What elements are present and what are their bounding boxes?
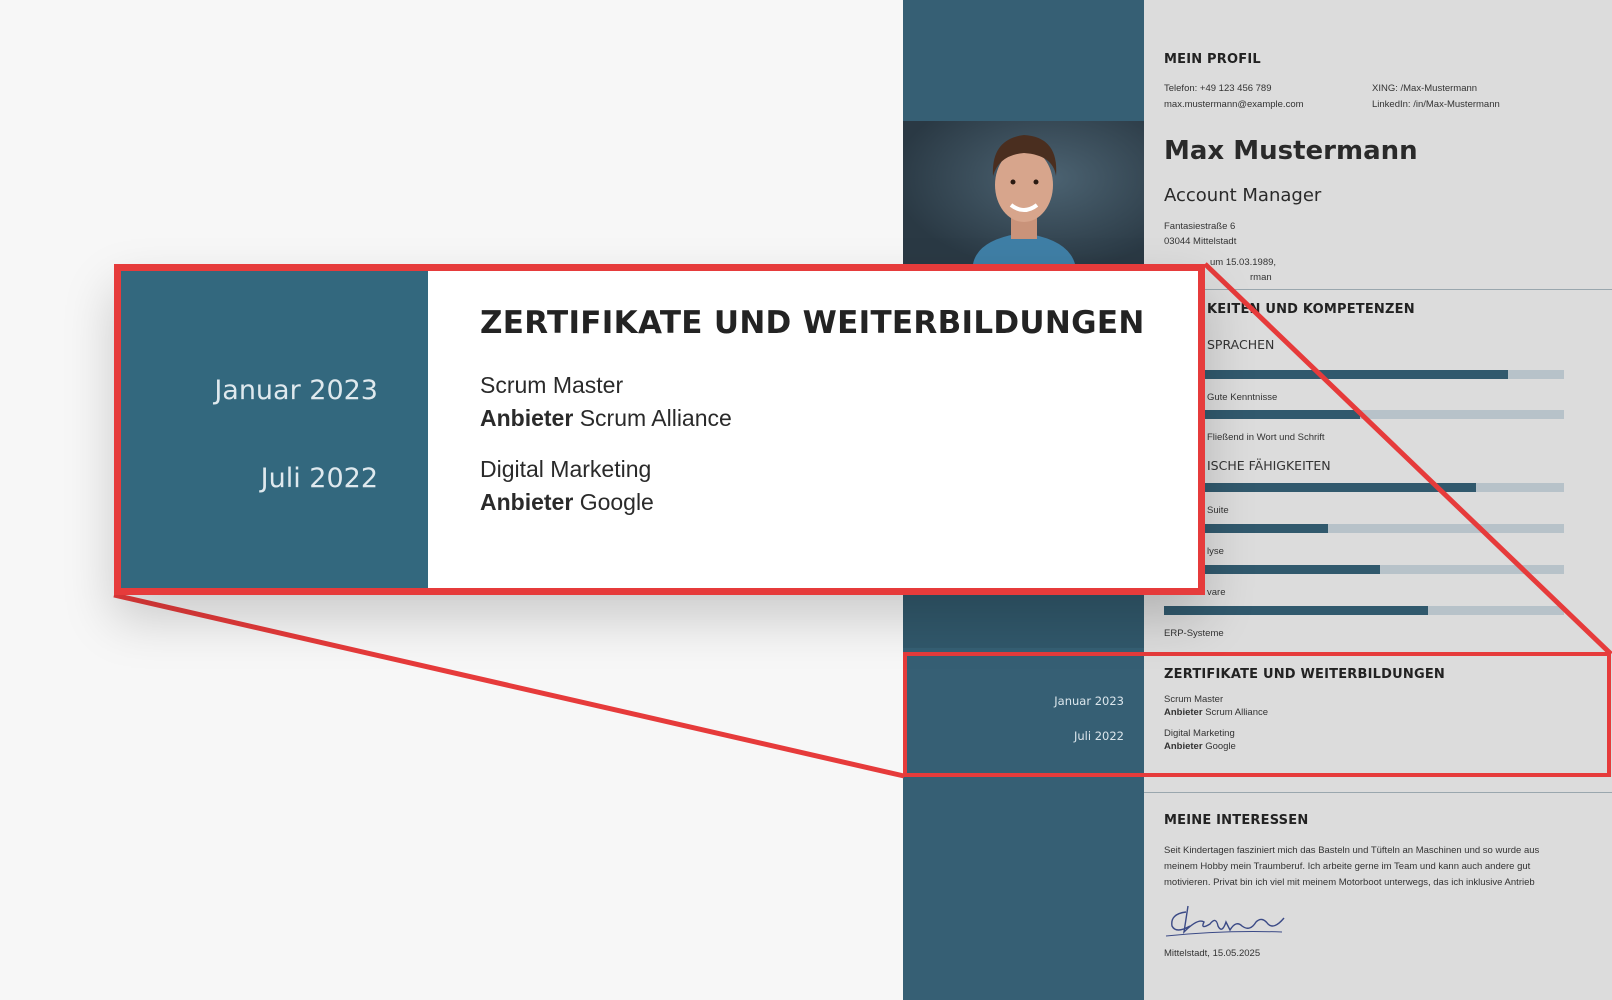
- xing-link[interactable]: XING: /Max-Mustermann: [1372, 81, 1477, 97]
- skill-bar: [1164, 370, 1564, 379]
- skill-label: Suite: [1207, 505, 1229, 516]
- section-divider: [1144, 792, 1612, 793]
- skill-label: ERP-Systeme: [1164, 628, 1224, 639]
- place-and-date: Mittelstadt, 15.05.2025: [1164, 948, 1261, 959]
- zoom-date-column: Januar 2023 Juli 2022: [121, 271, 428, 588]
- highlight-box: [903, 652, 1611, 777]
- person-name: Max Mustermann: [1164, 136, 1418, 166]
- skill-label: lyse: [1207, 546, 1224, 557]
- skill-label: vare: [1207, 587, 1226, 598]
- certificates-heading: ZERTIFIKATE UND WEITERBILDUNGEN: [480, 305, 1145, 341]
- skill-label: Gute Kenntnisse: [1207, 392, 1278, 403]
- skill-bar-fill: [1164, 370, 1508, 379]
- skill-bar: [1164, 524, 1564, 533]
- zoom-callout: Januar 2023 Juli 2022 ZERTIFIKATE UND WE…: [114, 264, 1205, 595]
- provider-name: Google: [579, 489, 654, 515]
- skill-bar-fill: [1164, 606, 1428, 615]
- birth-date-fragment: um 15.03.1989,: [1210, 257, 1277, 268]
- skill-label: Fließend in Wort und Schrift: [1207, 432, 1325, 443]
- provider-name: Scrum Alliance: [579, 405, 732, 431]
- provider-label: Anbieter: [480, 489, 574, 515]
- address-street: Fantasiestraße 6: [1164, 221, 1236, 232]
- technical-subheading: ISCHE FÄHIGKEITEN: [1207, 458, 1331, 473]
- interests-text-line: motivieren. Privat bin ich viel mit mein…: [1164, 877, 1535, 888]
- cert-date: Januar 2023: [214, 375, 378, 406]
- phone-text: Telefon: +49 123 456 789: [1164, 83, 1272, 94]
- skill-bar: [1164, 410, 1564, 419]
- skills-heading: KEITEN UND KOMPETENZEN: [1207, 302, 1415, 317]
- provider-label: Anbieter: [480, 405, 574, 431]
- section-divider: [1144, 289, 1612, 290]
- skill-bar: [1164, 565, 1564, 574]
- interests-heading: MEINE INTERESSEN: [1164, 813, 1309, 828]
- job-title: Account Manager: [1164, 185, 1322, 206]
- skill-bar: [1164, 483, 1564, 492]
- email-link[interactable]: max.mustermann@example.com: [1164, 97, 1304, 113]
- cert-title: Digital Marketing: [480, 456, 652, 482]
- skill-bar: [1164, 606, 1564, 615]
- interests-text-line: meinem Hobby mein Traumberuf. Ich arbeit…: [1164, 861, 1531, 872]
- skill-bar-fill: [1164, 483, 1476, 492]
- signature-image: [1165, 905, 1285, 937]
- cert-title: Scrum Master: [480, 372, 624, 398]
- cert-date: Juli 2022: [260, 463, 378, 494]
- address-city: 03044 Mittelstadt: [1164, 236, 1237, 247]
- profile-heading: MEIN PROFIL: [1164, 52, 1261, 67]
- birth-place-fragment: rman: [1250, 272, 1272, 283]
- cert-provider-line: Anbieter Scrum Alliance: [480, 405, 732, 432]
- cert-provider-line: Anbieter Google: [480, 489, 654, 516]
- linkedin-link[interactable]: LinkedIn: /in/Max-Mustermann: [1372, 97, 1500, 113]
- interests-text-line: Seit Kindertagen fasziniert mich das Bas…: [1164, 845, 1540, 856]
- languages-subheading: SPRACHEN: [1207, 337, 1275, 352]
